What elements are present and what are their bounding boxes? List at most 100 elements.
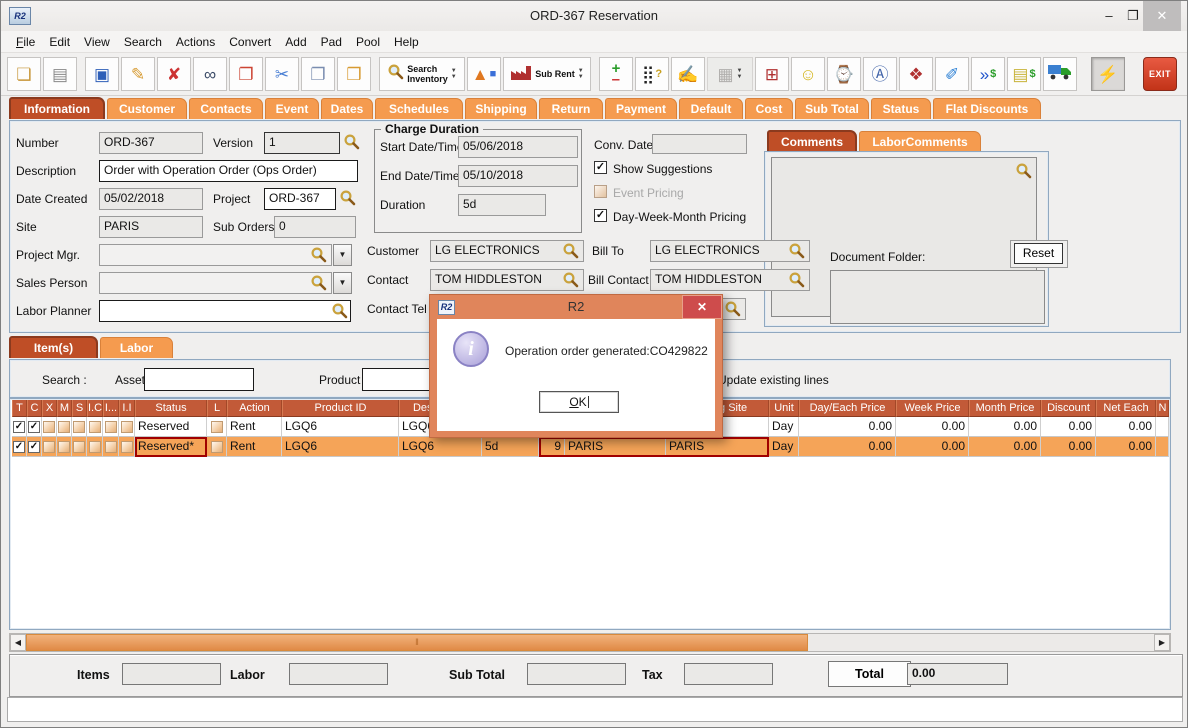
site-field[interactable]: PARIS: [99, 216, 203, 238]
table-row[interactable]: Reserved*RentLGQ6LGQ65d9PARISPARISDay0.0…: [12, 437, 1169, 457]
cell-staging_site[interactable]: PARIS: [666, 437, 769, 457]
row-checkbox[interactable]: [89, 441, 101, 453]
col-action[interactable]: Action: [227, 400, 282, 417]
row-checkbox[interactable]: [73, 421, 85, 433]
contact-field[interactable]: TOM HIDDLESTON: [430, 269, 584, 291]
reset-button[interactable]: Reset: [1014, 243, 1063, 264]
menu-pool[interactable]: Pool: [349, 33, 387, 51]
tab-flat-discounts[interactable]: Flat Discounts: [933, 98, 1041, 119]
tab-laborcomments[interactable]: LaborComments: [859, 131, 981, 152]
notes-pad-icon[interactable]: ✍: [671, 57, 705, 91]
cell-product_id[interactable]: LGQ6: [282, 437, 399, 457]
tab-item-s[interactable]: Item(s): [9, 336, 98, 358]
tab-dates[interactable]: Dates: [321, 98, 373, 119]
cell-unit[interactable]: Day: [769, 417, 799, 437]
end-date-field[interactable]: 05/10/2018: [458, 165, 578, 187]
bill-to-field[interactable]: LG ELECTRONICS: [650, 240, 810, 262]
history-folder-icon[interactable]: ⌚: [827, 57, 861, 91]
document-folder-textarea[interactable]: [830, 270, 1045, 324]
row-checkbox[interactable]: [28, 421, 40, 433]
row-checkbox[interactable]: [58, 421, 70, 433]
menu-convert[interactable]: Convert: [222, 33, 278, 51]
cell-day_each_price[interactable]: 0.00: [799, 437, 896, 457]
row-checkbox[interactable]: [13, 441, 25, 453]
customer-field[interactable]: LG ELECTRONICS: [430, 240, 584, 262]
labor-planner-search-icon[interactable]: [331, 302, 349, 319]
cell-check[interactable]: [87, 437, 103, 457]
row-checkbox[interactable]: [28, 441, 40, 453]
col-l[interactable]: L: [207, 400, 227, 417]
tab-comments[interactable]: Comments: [767, 130, 857, 152]
cell-check[interactable]: [72, 417, 87, 437]
ok-button[interactable]: OK: [539, 391, 619, 413]
contact-tel-search-icon[interactable]: [724, 300, 742, 317]
color-blocks-icon[interactable]: ❖: [899, 57, 933, 91]
row-checkbox[interactable]: [43, 421, 55, 433]
sales-person-search-icon[interactable]: [310, 274, 328, 291]
cell-check[interactable]: [87, 417, 103, 437]
col-x[interactable]: X: [42, 400, 57, 417]
version-search-icon[interactable]: [343, 133, 361, 150]
cell-check[interactable]: [119, 417, 135, 437]
cell-check[interactable]: [42, 437, 57, 457]
contact-search-icon[interactable]: [562, 271, 580, 288]
cell-action[interactable]: Rent: [227, 437, 282, 457]
row-checkbox[interactable]: [105, 441, 117, 453]
copy-lines-icon[interactable]: ❐: [229, 57, 263, 91]
col-i[interactable]: I...: [103, 400, 119, 417]
col-n[interactable]: N: [1156, 400, 1169, 417]
tab-shipping[interactable]: Shipping: [465, 98, 537, 119]
col-net-each[interactable]: Net Each: [1096, 400, 1156, 417]
new-document-icon[interactable]: ❏: [7, 57, 41, 91]
menu-file[interactable]: File: [9, 33, 42, 51]
scroll-right-arrow[interactable]: ▶: [1154, 634, 1170, 651]
bill-contact-field[interactable]: TOM HIDDLESTON: [650, 269, 810, 291]
col-status[interactable]: Status: [135, 400, 207, 417]
cell-check[interactable]: [103, 417, 119, 437]
cell-week_price[interactable]: 0.00: [896, 437, 969, 457]
row-checkbox[interactable]: [43, 441, 55, 453]
cell-check[interactable]: [57, 437, 72, 457]
org-chart-icon[interactable]: ⊞: [755, 57, 789, 91]
sub-rent-dropdown-icon[interactable]: ▼▼: [578, 68, 584, 80]
tab-contacts[interactable]: Contacts: [189, 98, 263, 119]
smiley-icon[interactable]: ☺: [791, 57, 825, 91]
tab-schedules[interactable]: Schedules: [375, 98, 463, 119]
delete-icon[interactable]: ✘: [157, 57, 191, 91]
row-checkbox[interactable]: [73, 441, 85, 453]
project-mgr-search-icon[interactable]: [310, 246, 328, 263]
row-checkbox[interactable]: [89, 421, 101, 433]
tab-return[interactable]: Return: [539, 98, 603, 119]
cell-month_price[interactable]: 0.00: [969, 417, 1041, 437]
cell-week_price[interactable]: 0.00: [896, 417, 969, 437]
tab-customer[interactable]: Customer: [107, 98, 187, 119]
scroll-left-arrow[interactable]: ◀: [10, 634, 26, 651]
cell-check[interactable]: [103, 437, 119, 457]
col-s[interactable]: S: [72, 400, 87, 417]
description-field[interactable]: Order with Operation Order (Ops Order): [99, 160, 358, 182]
copy-icon[interactable]: ❐: [301, 57, 335, 91]
sales-person-dropdown[interactable]: ▼: [333, 272, 352, 294]
edit-document-icon[interactable]: ✐: [935, 57, 969, 91]
cell-product_id[interactable]: LGQ6: [282, 417, 399, 437]
day-week-month-checkbox[interactable]: [594, 209, 607, 222]
minimize-button[interactable]: –: [1096, 1, 1122, 31]
cell-check[interactable]: [27, 437, 42, 457]
cell-discount[interactable]: 0.00: [1041, 437, 1096, 457]
scroll-thumb[interactable]: ‖: [26, 634, 808, 651]
h-scrollbar[interactable]: ◀ ▶ ‖: [9, 633, 1171, 652]
col-discount[interactable]: Discount: [1041, 400, 1096, 417]
cell-description[interactable]: LGQ6: [399, 437, 482, 457]
asset-input[interactable]: [144, 368, 254, 391]
exit-button[interactable]: EXIT: [1143, 57, 1177, 91]
cell-n[interactable]: [1156, 437, 1169, 457]
keyboard-key-icon[interactable]: Ⓐ: [863, 57, 897, 91]
close-button[interactable]: ✕: [1143, 1, 1181, 31]
date-created-field[interactable]: 05/02/2018: [99, 188, 203, 210]
col-i-i[interactable]: I.I: [119, 400, 135, 417]
tab-event[interactable]: Event: [265, 98, 319, 119]
row-checkbox[interactable]: [58, 441, 70, 453]
col-day-each-price[interactable]: Day/Each Price: [799, 400, 896, 417]
bill-contact-search-icon[interactable]: [788, 271, 806, 288]
tab-payment[interactable]: Payment: [605, 98, 677, 119]
